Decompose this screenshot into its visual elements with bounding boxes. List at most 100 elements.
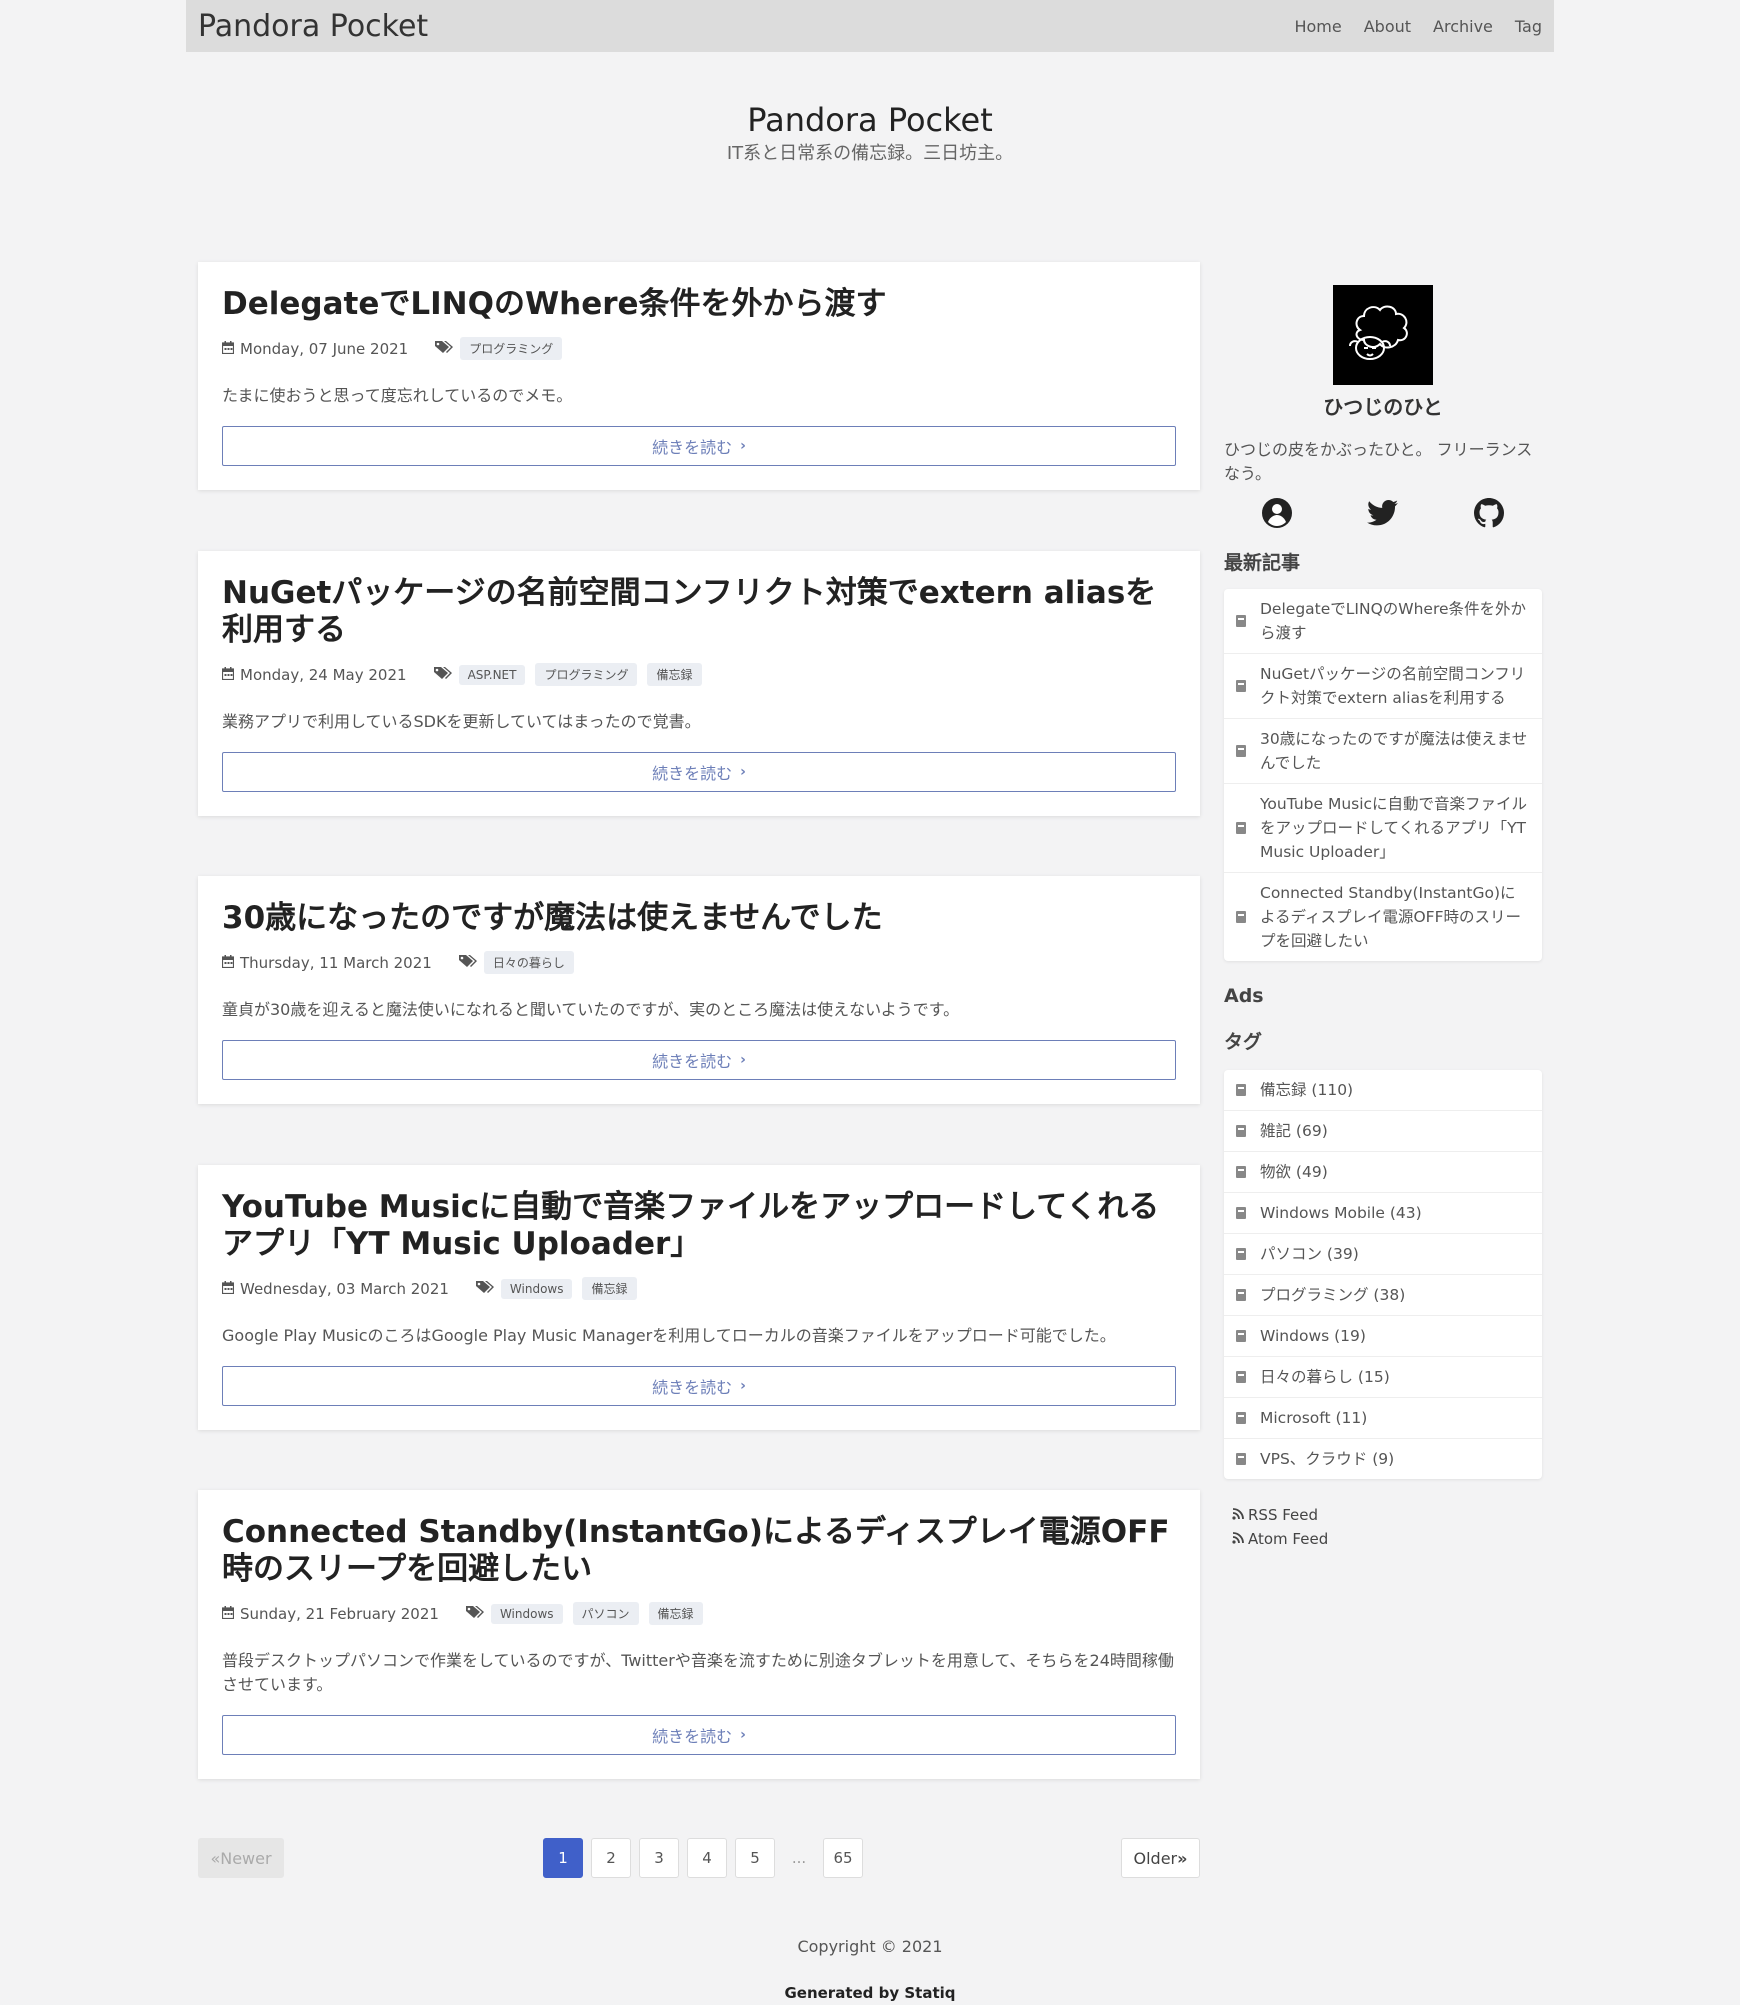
tag-badge[interactable]: 備忘録 xyxy=(648,1602,703,1625)
tag-badge[interactable]: プログラミング xyxy=(535,663,638,686)
github-icon[interactable] xyxy=(1472,496,1506,530)
rss-icon xyxy=(1232,1527,1244,1551)
post-title[interactable]: Connected Standby(InstantGo)によるディスプレイ電源O… xyxy=(222,1514,1176,1588)
author-name: ひつじのひと xyxy=(1323,395,1443,419)
tag-badge[interactable]: Windows xyxy=(490,1603,563,1624)
post-title[interactable]: 30歳になったのですが魔法は使えませんでした xyxy=(222,900,1176,937)
tag-item[interactable]: Windows Mobile (43) xyxy=(1224,1193,1542,1234)
tag-item[interactable]: VPS、クラウド (9) xyxy=(1224,1439,1542,1479)
tag-item[interactable]: 物欲 (49) xyxy=(1224,1152,1542,1193)
tag-item[interactable]: 雑記 (69) xyxy=(1224,1111,1542,1152)
tag-item-label: 日々の暮らし (15) xyxy=(1260,1368,1390,1386)
tag-item[interactable]: 備忘録 (110) xyxy=(1224,1070,1542,1111)
read-more-label: 続きを読む xyxy=(652,764,733,783)
user-circle-icon[interactable] xyxy=(1260,496,1294,530)
page-link-1[interactable]: 1 xyxy=(543,1838,583,1878)
page-link-5[interactable]: 5 xyxy=(735,1838,775,1878)
page-link-65[interactable]: 65 xyxy=(823,1838,863,1878)
post-date: Thursday, 11 March 2021 xyxy=(240,953,432,972)
nav-archive[interactable]: Archive xyxy=(1433,17,1493,36)
tag-item-label: パソコン (39) xyxy=(1260,1245,1359,1263)
post-excerpt: Google Play MusicのころはGoogle Play Music M… xyxy=(222,1326,1116,1345)
read-more-button[interactable]: 続きを読む › xyxy=(222,1715,1176,1755)
newer-button[interactable]: « Newer xyxy=(198,1838,284,1878)
read-more-button[interactable]: 続きを読む › xyxy=(222,426,1176,466)
read-more-button[interactable]: 続きを読む › xyxy=(222,1366,1176,1406)
brand-link[interactable]: Pandora Pocket xyxy=(198,9,428,44)
post-title[interactable]: YouTube Musicに自動で音楽ファイルをアップロードしてくれるアプリ「Y… xyxy=(222,1189,1176,1263)
tags-icon xyxy=(458,954,478,972)
tag-badge[interactable]: プログラミング xyxy=(460,337,563,360)
tag-badge[interactable]: 日々の暮らし xyxy=(483,951,574,974)
post-meta: Thursday, 11 March 2021 日々の暮らし xyxy=(221,951,1176,974)
recent-posts-list: DelegateでLINQのWhere条件を外から渡す NuGetパッケージの名… xyxy=(1224,589,1542,961)
tag-item[interactable]: パソコン (39) xyxy=(1224,1234,1542,1275)
tag-item[interactable]: 日々の暮らし (15) xyxy=(1224,1357,1542,1398)
post-title[interactable]: DelegateでLINQのWhere条件を外から渡す xyxy=(222,286,1176,323)
book-icon xyxy=(1236,822,1246,834)
tag-item-label: Windows (19) xyxy=(1260,1327,1366,1345)
generated-by[interactable]: Generated by Statiq xyxy=(0,1984,1740,2002)
rss-feed-label: RSS Feed xyxy=(1248,1506,1319,1524)
atom-feed-link[interactable]: Atom Feed xyxy=(1232,1527,1542,1551)
read-more-label: 続きを読む xyxy=(652,1052,733,1071)
tag-badge[interactable]: パソコン xyxy=(572,1602,639,1625)
post-card: YouTube Musicに自動で音楽ファイルをアップロードしてくれるアプリ「Y… xyxy=(198,1165,1200,1430)
read-more-button[interactable]: 続きを読む › xyxy=(222,752,1176,792)
chevron-right-icon: › xyxy=(740,1378,746,1394)
nav-about[interactable]: About xyxy=(1364,17,1411,36)
page-link-4[interactable]: 4 xyxy=(687,1838,727,1878)
book-icon xyxy=(1236,1166,1246,1178)
post-meta: Monday, 07 June 2021 プログラミング xyxy=(221,337,1176,360)
post-meta: Monday, 24 May 2021 ASP.NET プログラミング 備忘録 xyxy=(221,663,1176,686)
calendar-icon xyxy=(221,666,235,684)
older-button[interactable]: Older » xyxy=(1121,1838,1200,1878)
tag-item-label: VPS、クラウド (9) xyxy=(1260,1450,1395,1468)
book-icon xyxy=(1236,1084,1246,1096)
avatar xyxy=(1333,285,1433,385)
recent-post-item[interactable]: Connected Standby(InstantGo)によるディスプレイ電源O… xyxy=(1224,873,1542,961)
tag-badge[interactable]: Windows xyxy=(500,1278,573,1299)
tag-item-label: Windows Mobile (43) xyxy=(1260,1204,1422,1222)
tag-item-label: プログラミング (38) xyxy=(1260,1286,1406,1304)
tag-item[interactable]: Microsoft (11) xyxy=(1224,1398,1542,1439)
post-excerpt: 業務アプリで利用しているSDKを更新していてはまったので覚書。 xyxy=(222,712,701,731)
tag-item[interactable]: Windows (19) xyxy=(1224,1316,1542,1357)
tag-badge[interactable]: 備忘録 xyxy=(647,663,702,686)
social-links xyxy=(1224,496,1542,530)
recent-post-item[interactable]: YouTube Musicに自動で音楽ファイルをアップロードしてくれるアプリ「Y… xyxy=(1224,784,1542,873)
read-more-button[interactable]: 続きを読む › xyxy=(222,1040,1176,1080)
book-icon xyxy=(1236,1453,1246,1465)
navbar: Pandora Pocket Home About Archive Tag xyxy=(186,0,1554,52)
older-label: Older xyxy=(1133,1848,1178,1868)
read-more-label: 続きを読む xyxy=(652,1378,733,1397)
post-date: Sunday, 21 February 2021 xyxy=(240,1604,439,1623)
nav-tag[interactable]: Tag xyxy=(1515,17,1542,36)
tag-badge[interactable]: 備忘録 xyxy=(582,1277,637,1300)
post-date: Wednesday, 03 March 2021 xyxy=(240,1279,449,1298)
recent-post-item[interactable]: DelegateでLINQのWhere条件を外から渡す xyxy=(1224,589,1542,654)
ads-heading: Ads xyxy=(1224,985,1264,1007)
recent-posts-heading: 最新記事 xyxy=(1224,552,1301,574)
tags-icon xyxy=(475,1280,495,1298)
post-date: Monday, 07 June 2021 xyxy=(240,339,409,358)
post-card: NuGetパッケージの名前空間コンフリクト対策でextern aliasを利用す… xyxy=(198,551,1200,816)
calendar-icon xyxy=(221,1280,235,1298)
twitter-icon[interactable] xyxy=(1366,496,1400,530)
book-icon xyxy=(1236,1248,1246,1260)
tag-item[interactable]: プログラミング (38) xyxy=(1224,1275,1542,1316)
author-bio: ひつじの皮をかぶったひと。 フリーランスなう。 xyxy=(1224,440,1533,483)
tag-badge[interactable]: ASP.NET xyxy=(458,664,526,685)
post-excerpt: 童貞が30歳を迎えると魔法使いになれると聞いていたのですが、実のところ魔法は使え… xyxy=(222,1000,960,1019)
rss-icon xyxy=(1232,1503,1244,1527)
recent-post-item[interactable]: NuGetパッケージの名前空間コンフリクト対策でextern aliasを利用す… xyxy=(1224,654,1542,719)
double-chevron-right-icon: » xyxy=(1177,1848,1188,1868)
rss-feed-link[interactable]: RSS Feed xyxy=(1232,1503,1542,1527)
recent-post-item[interactable]: 30歳になったのですが魔法は使えませんでした xyxy=(1224,719,1542,784)
post-title[interactable]: NuGetパッケージの名前空間コンフリクト対策でextern aliasを利用す… xyxy=(222,575,1176,649)
page-link-2[interactable]: 2 xyxy=(591,1838,631,1878)
page-ellipsis: ... xyxy=(791,1849,807,1867)
nav-home[interactable]: Home xyxy=(1294,17,1341,36)
calendar-icon xyxy=(221,340,235,358)
page-link-3[interactable]: 3 xyxy=(639,1838,679,1878)
